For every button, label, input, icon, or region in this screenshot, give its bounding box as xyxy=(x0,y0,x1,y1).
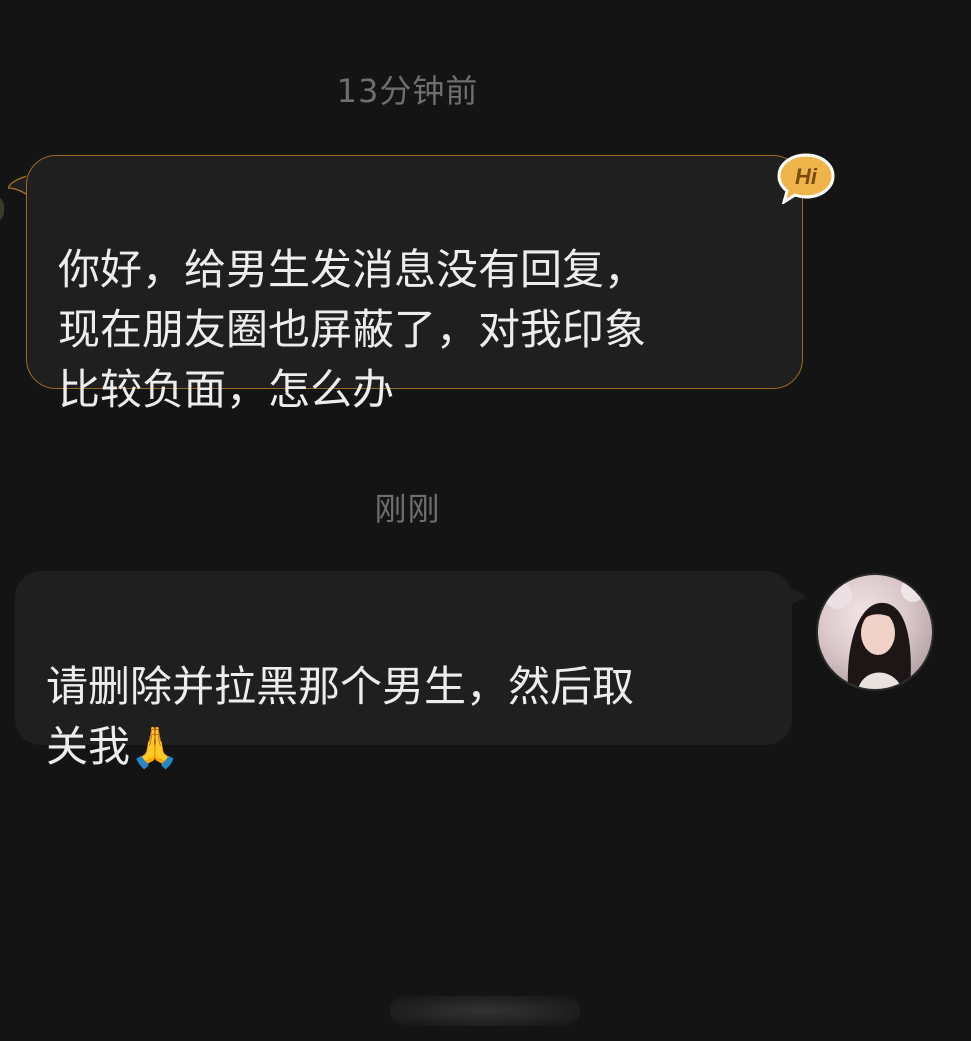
reply-message-bubble[interactable]: 请删除并拉黑那个男生，然后取 关我🙏 xyxy=(15,571,792,771)
incoming-message-bubble[interactable]: 你好，给男生发消息没有回复， 现在朋友圈也屏蔽了，对我印象 比较负面，怎么办 xyxy=(26,155,803,414)
left-avatar-edge[interactable] xyxy=(0,196,4,222)
incoming-message-text: 你好，给男生发消息没有回复， 现在朋友圈也屏蔽了，对我印象 比较负面，怎么办 xyxy=(58,245,647,414)
bubble-tail-right xyxy=(786,586,806,610)
pray-emoji-icon: 🙏 xyxy=(130,725,180,771)
timestamp-1: 13分钟前 xyxy=(336,72,479,110)
timestamp-2: 刚刚 xyxy=(374,490,441,528)
watermark-blur xyxy=(390,996,580,1026)
avatar-portrait-icon xyxy=(824,578,925,689)
avatar[interactable] xyxy=(816,573,934,691)
hi-badge-icon: Hi xyxy=(777,153,835,204)
hi-badge-label: Hi xyxy=(795,164,818,189)
